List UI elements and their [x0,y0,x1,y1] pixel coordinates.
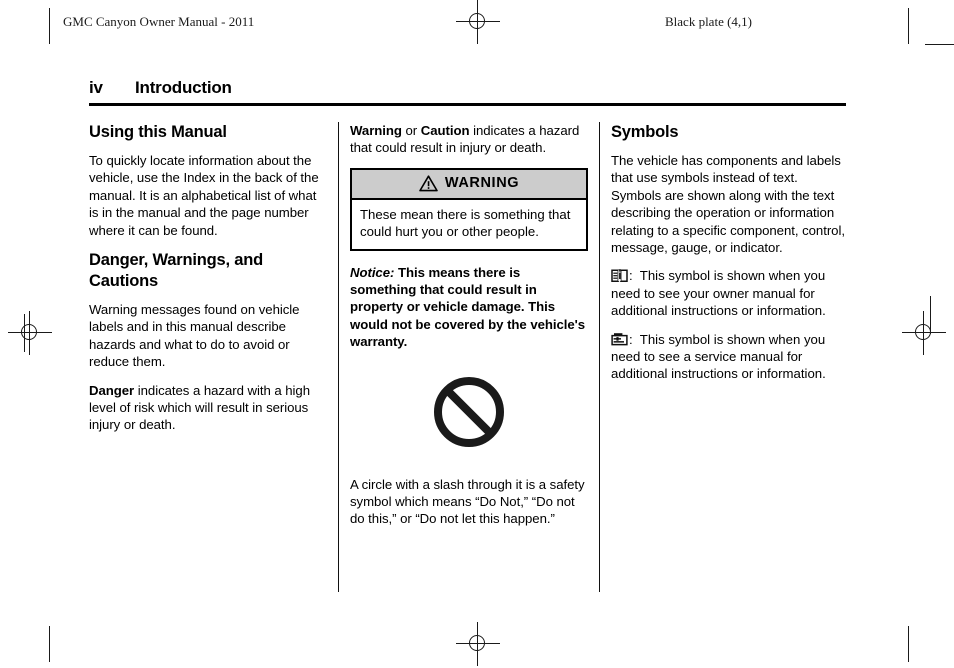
crop-mark-bottom-right [908,626,909,662]
crop-mark-top-left [49,8,50,44]
service-manual-colon: : [629,331,633,347]
heading-danger-warnings-cautions: Danger, Warnings, and Cautions [89,251,263,291]
registration-mark-right [902,311,946,355]
danger-term: Danger [89,382,135,398]
crop-mark-top-right [908,8,909,44]
service-manual-icon [611,332,628,347]
registration-mark-left [8,311,52,355]
crop-mark-right-upper [930,296,931,334]
paragraph-using-this-manual: To quickly locate information about the … [89,153,319,238]
crop-mark-bottom-left [49,626,50,662]
running-header-right: Black plate (4,1) [665,14,752,29]
content-columns: Using this Manual To quickly locate info… [89,122,849,592]
paragraph-notice: Notice: This means there is something th… [350,264,588,351]
page-title: Introduction [135,78,232,97]
running-header-left: GMC Canyon Owner Manual - 2011 [63,14,255,29]
owner-manual-book-icon [611,268,628,283]
regmark-circle [469,635,485,651]
heading-symbols: Symbols [611,123,679,141]
service-manual-symbol-text: This symbol is shown when you need to se… [611,331,826,382]
warning-box-body: These mean there is something that could… [360,206,571,240]
circle-slash-icon [432,376,506,453]
owner-manual-colon: : [629,268,633,284]
crop-mark-header-right-rule [925,44,954,45]
warning-triangle-icon [419,175,438,192]
paragraph-warning-caution-definition: Warning or Caution indicates a hazard th… [350,122,588,157]
warning-box-title: WARNING [444,175,520,192]
column-middle: Warning or Caution indicates a hazard th… [350,122,588,592]
column-divider-left [338,122,339,592]
notice-term: Notice: [350,264,395,280]
column-gap-2 [588,122,611,592]
column-divider-right [599,122,600,592]
paragraph-danger-definition: Danger indicates a hazard with a high le… [89,382,327,434]
warning-box-header: WARNING [352,169,586,200]
owner-manual-symbol-text: This symbol is shown when you need to se… [611,268,826,319]
circle-slash-graphic [350,375,588,454]
registration-mark-bottom [456,622,500,666]
heading-using-this-manual: Using this Manual [89,123,227,141]
page-title-block: iv Introduction [89,78,846,106]
column-right: Symbols The vehicle has components and l… [611,122,849,592]
registration-mark-top [456,0,500,44]
paragraph-warning-messages: Warning messages found on vehicle labels… [89,302,300,370]
symbol-owner-manual-entry: : This symbol is shown when you need to … [611,267,849,319]
warning-caution-conjunction: or [401,123,421,138]
regmark-circle [469,13,485,29]
symbol-service-manual-entry: : This symbol is shown when you need to … [611,331,849,383]
warning-box: WARNING These mean there is something th… [350,167,588,251]
column-gap-1 [327,122,350,592]
regmark-circle [915,324,931,340]
paragraph-circle-slash-meaning: A circle with a slash through it is a sa… [350,476,585,527]
paragraph-symbols-intro: The vehicle has components and labels th… [611,153,845,256]
crop-mark-left-upper [24,314,25,352]
page-folio: iv [89,78,103,97]
title-rule [89,103,846,106]
warning-term: Warning [350,123,402,138]
column-left: Using this Manual To quickly locate info… [89,122,327,592]
caution-term: Caution [420,123,470,138]
